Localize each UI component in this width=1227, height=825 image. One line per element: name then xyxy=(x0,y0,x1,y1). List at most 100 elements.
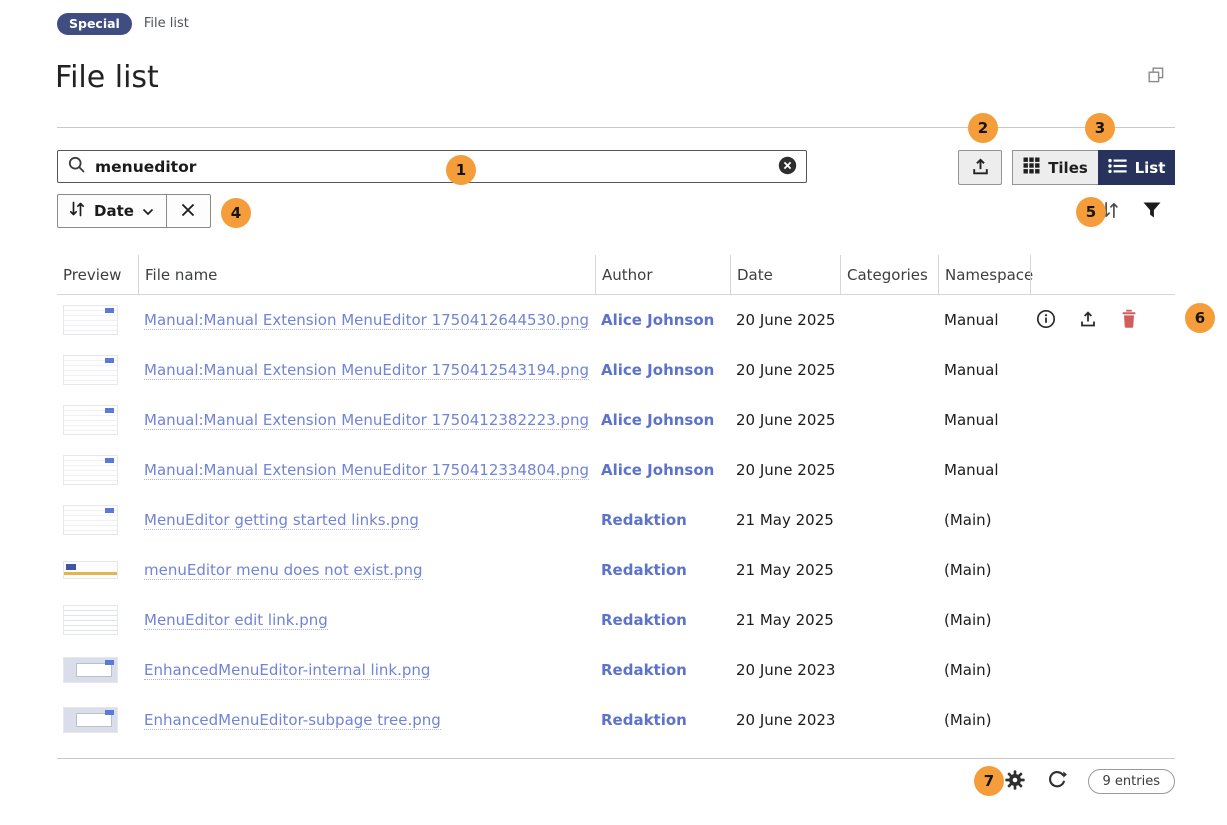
list-view-button[interactable]: List xyxy=(1098,150,1175,185)
file-thumbnail[interactable] xyxy=(63,505,118,535)
column-header-date[interactable]: Date xyxy=(730,255,840,294)
file-thumbnail[interactable] xyxy=(63,355,118,385)
namespace-cell: (Main) xyxy=(938,645,1030,695)
sort-control: Date xyxy=(57,194,211,228)
column-header-namespace[interactable]: Namespace xyxy=(938,255,1030,294)
refresh-icon xyxy=(1046,769,1068,794)
file-thumbnail[interactable] xyxy=(63,707,118,733)
table-row: MenuEditor edit link.png Redaktion 21 Ma… xyxy=(57,595,1175,645)
file-name-link[interactable]: MenuEditor getting started links.png xyxy=(144,511,419,530)
author-link[interactable]: Redaktion xyxy=(601,561,687,579)
upload-icon xyxy=(1078,309,1098,332)
file-thumbnail[interactable] xyxy=(63,405,118,435)
author-link[interactable]: Alice Johnson xyxy=(601,411,714,429)
sort-field-dropdown[interactable]: Date xyxy=(58,195,166,227)
clear-circle-icon xyxy=(778,156,797,178)
page-title: File list xyxy=(55,60,159,95)
date-cell: 21 May 2025 xyxy=(730,595,840,645)
author-link[interactable]: Redaktion xyxy=(601,511,687,529)
file-thumbnail[interactable] xyxy=(63,455,118,485)
author-link[interactable]: Alice Johnson xyxy=(601,461,714,479)
file-table: Preview File name Author Date Categories… xyxy=(57,255,1175,745)
author-link[interactable]: Redaktion xyxy=(601,611,687,629)
table-row: Manual:Manual Extension MenuEditor 17504… xyxy=(57,395,1175,445)
file-name-link[interactable]: Manual:Manual Extension MenuEditor 17504… xyxy=(144,411,589,430)
author-link[interactable]: Alice Johnson xyxy=(601,311,714,329)
date-cell: 20 June 2025 xyxy=(730,445,840,495)
file-name-link[interactable]: Manual:Manual Extension MenuEditor 17504… xyxy=(144,311,589,330)
file-thumbnail[interactable] xyxy=(63,305,118,335)
sort-arrows-icon xyxy=(68,200,86,222)
breadcrumb-page-label: File list xyxy=(144,16,189,31)
table-row: menuEditor menu does not exist.png Redak… xyxy=(57,545,1175,595)
categories-cell xyxy=(840,695,938,745)
file-name-link[interactable]: MenuEditor edit link.png xyxy=(144,611,328,630)
search-box[interactable] xyxy=(57,150,807,183)
file-name-link[interactable]: menuEditor menu does not exist.png xyxy=(144,561,423,580)
table-row: Manual:Manual Extension MenuEditor 17504… xyxy=(57,345,1175,395)
annotation-5: 5 xyxy=(1076,197,1106,227)
upload-icon xyxy=(970,156,991,180)
annotation-4: 4 xyxy=(221,198,251,228)
table-row: EnhancedMenuEditor-internal link.png Red… xyxy=(57,645,1175,695)
date-cell: 21 May 2025 xyxy=(730,545,840,595)
date-cell: 20 June 2025 xyxy=(730,345,840,395)
date-cell: 21 May 2025 xyxy=(730,495,840,545)
breadcrumb: Special File list xyxy=(57,13,189,35)
file-delete-button[interactable] xyxy=(1120,309,1138,332)
table-settings-button[interactable] xyxy=(1004,769,1026,794)
file-info-button[interactable] xyxy=(1036,309,1056,332)
file-name-link[interactable]: EnhancedMenuEditor-internal link.png xyxy=(144,661,430,680)
column-header-author[interactable]: Author xyxy=(595,255,730,294)
namespace-cell: (Main) xyxy=(938,695,1030,745)
categories-cell xyxy=(840,395,938,445)
author-link[interactable]: Redaktion xyxy=(601,661,687,679)
annotation-2: 2 xyxy=(968,113,998,143)
date-cell: 20 June 2023 xyxy=(730,695,840,745)
table-row: Manual:Manual Extension MenuEditor 17504… xyxy=(57,445,1175,495)
categories-cell xyxy=(840,445,938,495)
file-thumbnail[interactable] xyxy=(63,605,118,635)
namespace-badge[interactable]: Special xyxy=(57,13,132,35)
search-input[interactable] xyxy=(95,158,770,176)
entries-count-badge: 9 entries xyxy=(1088,769,1175,794)
file-name-link[interactable]: Manual:Manual Extension MenuEditor 17504… xyxy=(144,361,589,380)
fullscreen-button[interactable] xyxy=(1146,66,1166,86)
list-bullets-icon xyxy=(1108,158,1127,178)
date-cell: 20 June 2023 xyxy=(730,645,840,695)
annotation-6: 6 xyxy=(1185,303,1215,333)
chevron-down-icon xyxy=(142,202,154,220)
tiles-view-button[interactable]: Tiles xyxy=(1012,150,1098,185)
table-tools xyxy=(1100,200,1162,223)
filter-button[interactable] xyxy=(1142,201,1162,222)
column-header-categories[interactable]: Categories xyxy=(840,255,938,294)
table-row: Manual:Manual Extension MenuEditor 17504… xyxy=(57,295,1175,345)
sort-clear-button[interactable] xyxy=(166,195,210,227)
table-row: EnhancedMenuEditor-subpage tree.png Reda… xyxy=(57,695,1175,745)
sort-field-label: Date xyxy=(94,202,134,220)
table-footer: 9 entries xyxy=(57,758,1175,794)
column-header-preview[interactable]: Preview xyxy=(57,255,138,294)
trash-icon xyxy=(1120,309,1138,332)
author-link[interactable]: Redaktion xyxy=(601,711,687,729)
view-toggle: Tiles List xyxy=(1012,150,1175,185)
author-link[interactable]: Alice Johnson xyxy=(601,361,714,379)
toolbar-divider xyxy=(57,127,1175,128)
categories-cell xyxy=(840,645,938,695)
categories-cell xyxy=(840,295,938,345)
file-list-page: Special File list File list xyxy=(0,0,1227,825)
file-name-link[interactable]: Manual:Manual Extension MenuEditor 17504… xyxy=(144,461,589,480)
file-thumbnail[interactable] xyxy=(63,561,118,579)
annotation-1: 1 xyxy=(446,155,476,185)
search-clear-button[interactable] xyxy=(778,156,797,178)
date-cell: 20 June 2025 xyxy=(730,295,840,345)
column-header-file-name[interactable]: File name xyxy=(138,255,595,294)
upload-button[interactable] xyxy=(958,150,1002,185)
categories-cell xyxy=(840,545,938,595)
refresh-button[interactable] xyxy=(1046,769,1068,794)
filter-funnel-icon xyxy=(1142,201,1162,222)
file-thumbnail[interactable] xyxy=(63,657,118,683)
file-upload-new-version-button[interactable] xyxy=(1078,309,1098,332)
file-name-link[interactable]: EnhancedMenuEditor-subpage tree.png xyxy=(144,711,441,730)
search-icon xyxy=(67,155,87,179)
